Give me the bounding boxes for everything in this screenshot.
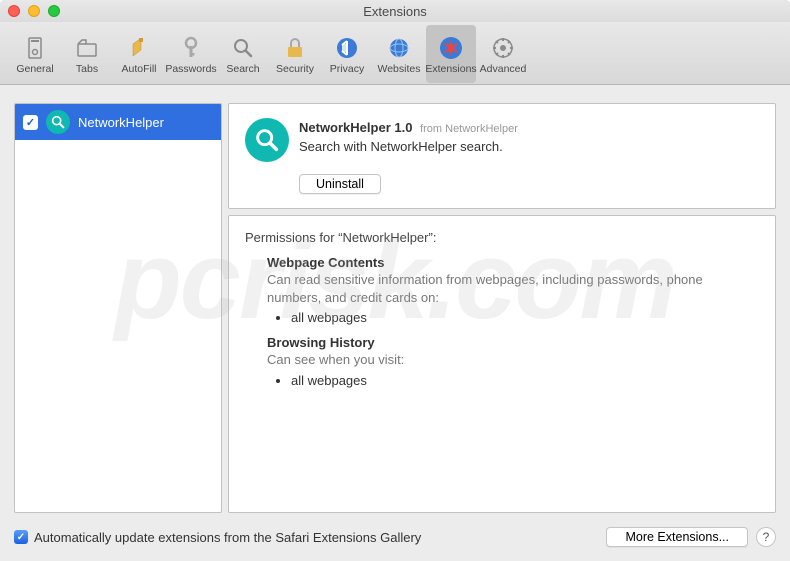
footer-bar: ✓ Automatically update extensions from t… <box>14 527 776 547</box>
permission-heading: Browsing History <box>267 335 759 350</box>
toolbar-label: Tabs <box>76 63 98 75</box>
extension-from: from NetworkHelper <box>420 123 518 135</box>
toolbar-label: AutoFill <box>121 63 156 75</box>
toolbar-advanced[interactable]: Advanced <box>478 25 528 83</box>
toolbar-general[interactable]: General <box>10 25 60 83</box>
toolbar-label: General <box>16 63 53 75</box>
security-icon <box>281 34 309 62</box>
toolbar-security[interactable]: Security <box>270 25 320 83</box>
permission-section-webpage-contents: Webpage Contents Can read sensitive info… <box>267 255 759 325</box>
toolbar-label: Passwords <box>165 63 216 75</box>
extensions-icon <box>437 34 465 62</box>
toolbar-extensions[interactable]: Extensions <box>426 25 476 83</box>
content-area: ✓ NetworkHelper NetworkHelper 1.0 <box>0 85 790 561</box>
auto-update-label: Automatically update extensions from the… <box>34 530 421 545</box>
toolbar-passwords[interactable]: Passwords <box>166 25 216 83</box>
passwords-icon <box>177 34 205 62</box>
autofill-icon <box>125 34 153 62</box>
privacy-icon <box>333 34 361 62</box>
extension-small-icon <box>46 110 70 134</box>
permission-list: all webpages <box>291 373 759 388</box>
detail-panel: NetworkHelper 1.0 from NetworkHelper Sea… <box>228 103 776 513</box>
extension-title: NetworkHelper 1.0 <box>299 120 412 135</box>
permission-list-item: all webpages <box>291 373 759 388</box>
toolbar-search[interactable]: Search <box>218 25 268 83</box>
general-icon <box>21 34 49 62</box>
permission-list: all webpages <box>291 310 759 325</box>
extension-row-name: NetworkHelper <box>78 115 164 130</box>
toolbar-label: Websites <box>378 63 421 75</box>
tabs-icon <box>73 34 101 62</box>
extensions-sidebar: ✓ NetworkHelper <box>14 103 222 513</box>
permission-heading: Webpage Contents <box>267 255 759 270</box>
websites-icon <box>385 34 413 62</box>
permissions-box: Permissions for “NetworkHelper”: Webpage… <box>228 215 776 513</box>
permission-list-item: all webpages <box>291 310 759 325</box>
extension-row-networkhelper[interactable]: ✓ NetworkHelper <box>15 104 221 140</box>
uninstall-button[interactable]: Uninstall <box>299 174 381 194</box>
toolbar-label: Search <box>226 63 259 75</box>
toolbar-privacy[interactable]: Privacy <box>322 25 372 83</box>
help-button[interactable]: ? <box>756 527 776 547</box>
toolbar-websites[interactable]: Websites <box>374 25 424 83</box>
toolbar-autofill[interactable]: AutoFill <box>114 25 164 83</box>
preferences-window: Extensions General Tabs AutoFill Passwor… <box>0 0 790 561</box>
permissions-header: Permissions for “NetworkHelper”: <box>245 230 759 245</box>
titlebar: Extensions <box>0 0 790 22</box>
toolbar-label: Security <box>276 63 314 75</box>
toolbar-label: Privacy <box>330 63 364 75</box>
extension-info-box: NetworkHelper 1.0 from NetworkHelper Sea… <box>228 103 776 209</box>
permission-description: Can read sensitive information from webp… <box>267 271 759 306</box>
more-extensions-button[interactable]: More Extensions... <box>606 527 748 547</box>
advanced-icon <box>489 34 517 62</box>
extension-enable-checkbox[interactable]: ✓ <box>23 115 38 130</box>
permission-description: Can see when you visit: <box>267 351 759 369</box>
search-icon <box>229 34 257 62</box>
window-title: Extensions <box>0 4 790 19</box>
toolbar-label: Extensions <box>425 63 476 75</box>
preferences-toolbar: General Tabs AutoFill Passwords Search <box>0 22 790 85</box>
permission-section-browsing-history: Browsing History Can see when you visit:… <box>267 335 759 388</box>
extension-description: Search with NetworkHelper search. <box>299 139 518 154</box>
panels: ✓ NetworkHelper NetworkHelper 1.0 <box>14 103 776 513</box>
auto-update-checkbox-row[interactable]: ✓ Automatically update extensions from t… <box>14 530 421 545</box>
extension-large-icon <box>245 118 289 162</box>
toolbar-label: Advanced <box>480 63 527 75</box>
toolbar-tabs[interactable]: Tabs <box>62 25 112 83</box>
auto-update-checkbox[interactable]: ✓ <box>14 530 28 544</box>
